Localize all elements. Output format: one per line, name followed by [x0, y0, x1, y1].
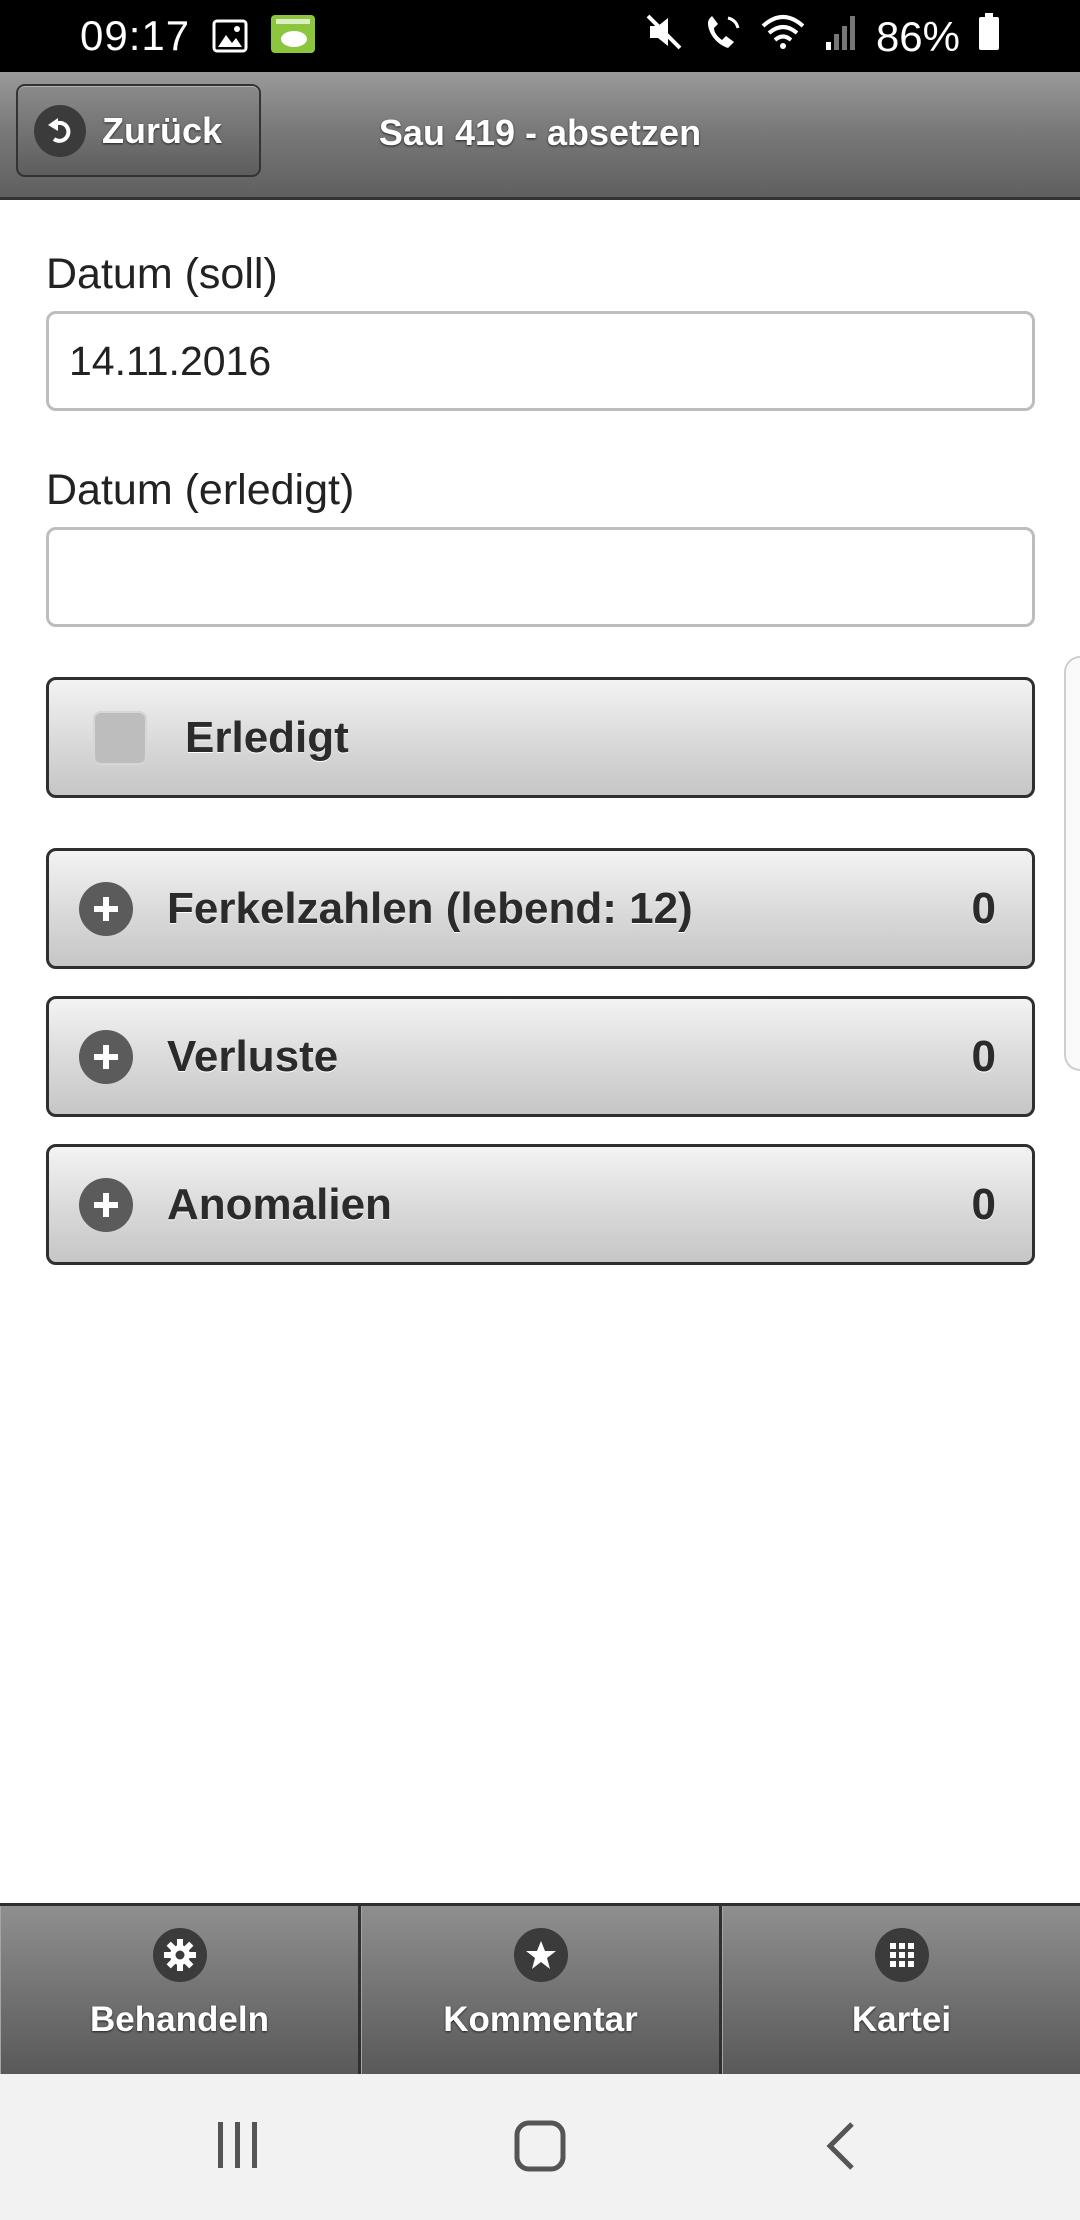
plus-icon — [79, 1177, 133, 1232]
status-right: 86% — [644, 12, 1000, 62]
date-done-input[interactable] — [46, 527, 1035, 627]
footer-nav: Behandeln Kommentar Kartei — [0, 1903, 1080, 2074]
done-checkbox-button[interactable]: Erledigt — [46, 677, 1035, 798]
header-bar: Zurück Sau 419 - absetzen — [0, 72, 1080, 200]
date-target-label: Datum (soll) — [46, 250, 278, 298]
date-target-input[interactable] — [46, 311, 1035, 411]
nav-kommentar-label: Kommentar — [443, 2000, 638, 2039]
section-count: 0 — [971, 1179, 996, 1229]
battery-percent: 86% — [875, 13, 960, 60]
plus-icon — [79, 881, 133, 936]
section-ferkelzahlen[interactable]: Ferkelzahlen (lebend: 12) 0 — [46, 848, 1035, 969]
section-label: Ferkelzahlen (lebend: 12) — [167, 883, 693, 933]
plus-icon — [79, 1029, 133, 1084]
wifi-icon — [760, 12, 806, 62]
side-panel-handle[interactable] — [1064, 656, 1080, 1071]
mute-icon — [644, 12, 684, 62]
page-title: Sau 419 - absetzen — [378, 112, 702, 153]
system-nav-bar — [0, 2074, 1080, 2220]
nav-behandeln[interactable]: Behandeln — [0, 1906, 361, 2074]
app-icon — [270, 14, 316, 64]
status-bar: 09:17 86% — [0, 0, 1080, 72]
home-icon[interactable] — [514, 2120, 566, 2177]
section-verluste[interactable]: Verluste 0 — [46, 996, 1035, 1117]
done-checkbox-label: Erledigt — [185, 712, 349, 762]
star-icon — [513, 1928, 568, 1982]
status-time: 09:17 — [80, 12, 191, 59]
nav-kartei-label: Kartei — [851, 2000, 952, 2039]
section-count: 0 — [971, 1031, 996, 1081]
grid-icon — [874, 1928, 929, 1982]
nav-behandeln-label: Behandeln — [90, 2000, 269, 2039]
image-icon — [212, 15, 248, 63]
section-count: 0 — [971, 883, 996, 933]
wifi-call-icon — [702, 12, 742, 62]
section-label: Verluste — [167, 1031, 339, 1081]
status-left-icons — [212, 14, 316, 64]
nav-kommentar[interactable]: Kommentar — [361, 1906, 722, 2074]
section-label: Anomalien — [167, 1179, 392, 1229]
section-anomalien[interactable]: Anomalien 0 — [46, 1144, 1035, 1265]
signal-icon — [824, 12, 858, 62]
gear-icon — [152, 1928, 207, 1982]
back-icon[interactable] — [824, 2120, 858, 2177]
recent-apps-icon[interactable] — [214, 2120, 262, 2175]
nav-kartei[interactable]: Kartei — [722, 1906, 1080, 2074]
battery-icon — [978, 13, 1000, 61]
done-checkbox[interactable] — [93, 710, 147, 765]
date-done-label: Datum (erledigt) — [46, 466, 355, 514]
